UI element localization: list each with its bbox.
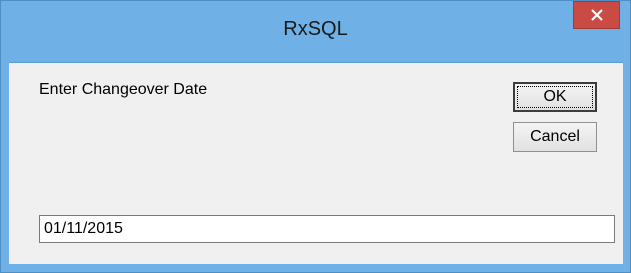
close-button[interactable]	[573, 1, 620, 29]
cancel-button-label: Cancel	[530, 128, 580, 145]
prompt-label: Enter Changeover Date	[39, 81, 208, 98]
focus-rect	[517, 86, 593, 108]
changeover-date-input[interactable]	[39, 215, 615, 243]
close-icon	[590, 9, 603, 21]
window-title: RxSQL	[283, 18, 348, 40]
title-bar[interactable]: RxSQL	[1, 1, 630, 61]
ok-button[interactable]: OK	[513, 82, 597, 112]
cancel-button[interactable]: Cancel	[513, 122, 597, 152]
dialog-body: Enter Changeover Date OK Cancel	[9, 62, 623, 264]
dialog-window: RxSQL Enter Changeover Date OK Cancel	[0, 0, 631, 273]
window-frame-bottom	[1, 264, 630, 272]
